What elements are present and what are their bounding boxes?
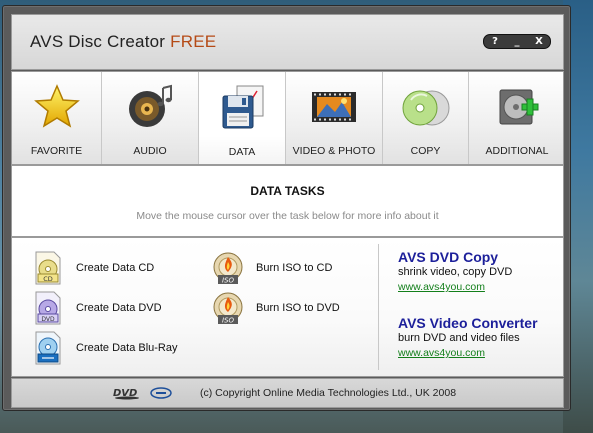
bluray-disc-icon xyxy=(35,331,61,365)
promo-heading[interactable]: AVS Video Converter xyxy=(398,315,538,331)
star-icon xyxy=(33,84,80,128)
tasks-panel: CD Create Data CD DVD Create Data DVD Cr… xyxy=(11,237,564,377)
floppy-disk-icon xyxy=(222,85,264,129)
film-strip-icon xyxy=(312,92,356,122)
category-toolbar: FAVORITE AUDIO DATA VIDEO & PHOTO COPY A… xyxy=(11,71,564,165)
task-label: Create Data Blu-Ray xyxy=(76,342,178,354)
tasks-header: DATA TASKS Move the mouse cursor over th… xyxy=(11,165,564,237)
dvd-logo-icon: DVD xyxy=(113,388,139,400)
dvd-disc-icon: DVD xyxy=(35,291,61,325)
discs-icon xyxy=(402,90,449,126)
promo-link[interactable]: www.avs4you.com xyxy=(398,281,512,293)
add-disc-icon xyxy=(499,89,539,125)
svg-text:DVD: DVD xyxy=(41,316,55,323)
tab-additional[interactable]: ADDITIONAL xyxy=(469,72,565,164)
tab-label: DATA xyxy=(228,146,256,158)
speaker-icon xyxy=(129,84,172,127)
tab-label: AUDIO xyxy=(133,145,167,157)
tab-copy[interactable]: COPY xyxy=(383,72,469,164)
promo-link[interactable]: www.avs4you.com xyxy=(398,347,538,359)
footer-logos: DVD xyxy=(112,386,172,400)
task-label: Burn ISO to DVD xyxy=(256,302,340,314)
task-create-data-dvd[interactable]: DVD Create Data DVD xyxy=(32,290,162,326)
task-label: Create Data CD xyxy=(76,262,155,274)
tab-label: ADDITIONAL xyxy=(485,145,549,157)
bluray-logo-icon xyxy=(150,387,172,399)
app-window: AVS Disc Creator FREE ? _ X FAVORITE AUD… xyxy=(2,5,571,411)
title-main: AVS Disc Creator xyxy=(30,32,166,51)
tab-label: VIDEO & PHOTO xyxy=(292,145,376,157)
task-create-data-cd[interactable]: CD Create Data CD xyxy=(32,250,154,286)
tab-label: COPY xyxy=(410,145,441,157)
task-label: Create Data DVD xyxy=(76,302,162,314)
iso-burn-icon: ISO xyxy=(213,292,243,325)
tab-data[interactable]: DATA xyxy=(199,72,286,164)
panel-divider xyxy=(378,244,379,370)
svg-text:CD: CD xyxy=(43,275,53,283)
task-create-data-bluray[interactable]: Create Data Blu-Ray xyxy=(32,330,178,366)
promo-heading[interactable]: AVS DVD Copy xyxy=(398,249,512,265)
window-controls: ? _ X xyxy=(483,34,551,49)
promo-description: burn DVD and video files xyxy=(398,332,520,344)
minimize-button[interactable]: _ xyxy=(508,35,526,48)
promo-video-converter: AVS Video Converter burn DVD and video f… xyxy=(398,315,538,359)
tab-favorite[interactable]: FAVORITE xyxy=(12,72,102,164)
tab-video-photo[interactable]: VIDEO & PHOTO xyxy=(286,72,383,164)
copyright-text: (c) Copyright Online Media Technologies … xyxy=(200,387,457,399)
task-burn-iso-to-dvd[interactable]: ISO Burn ISO to DVD xyxy=(212,290,340,326)
task-label: Burn ISO to CD xyxy=(256,262,333,274)
window-title: AVS Disc Creator FREE xyxy=(30,32,216,52)
tab-audio[interactable]: AUDIO xyxy=(102,72,199,164)
cd-disc-icon: CD xyxy=(35,251,61,285)
task-burn-iso-to-cd[interactable]: ISO Burn ISO to CD xyxy=(212,250,332,286)
svg-text:ISO: ISO xyxy=(222,317,235,325)
footer-bar: DVD (c) Copyright Online Media Technolog… xyxy=(11,378,564,408)
title-bar: AVS Disc Creator FREE ? _ X xyxy=(11,14,564,70)
tab-label: FAVORITE xyxy=(30,145,83,157)
tasks-hint: Move the mouse cursor over the task belo… xyxy=(136,210,439,222)
svg-text:ISO: ISO xyxy=(222,277,235,285)
iso-burn-icon: ISO xyxy=(213,252,243,285)
tasks-title: DATA TASKS xyxy=(250,184,325,198)
title-free-badge: FREE xyxy=(170,32,217,51)
promo-dvd-copy: AVS DVD Copy shrink video, copy DVD www.… xyxy=(398,249,512,293)
help-button[interactable]: ? xyxy=(486,35,504,48)
promo-description: shrink video, copy DVD xyxy=(398,266,513,278)
close-button[interactable]: X xyxy=(530,35,548,48)
